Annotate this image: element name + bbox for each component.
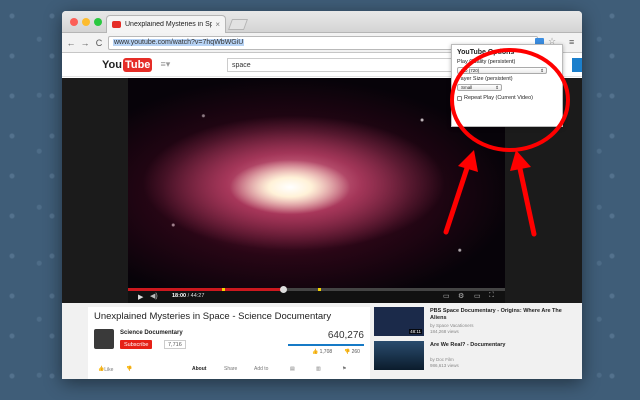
- related-views: 986,613 views: [430, 363, 459, 368]
- window-minimize-button[interactable]: [82, 18, 90, 26]
- back-arrow-icon[interactable]: ←: [66, 38, 76, 48]
- progress-knob[interactable]: [279, 286, 287, 293]
- related-thumbnail[interactable]: 48:11: [374, 307, 424, 336]
- repeat-label: Repeat Play (Current Video): [464, 95, 533, 101]
- title-bar: Unexplained Mysteries in Space ×: [62, 11, 582, 33]
- channel-avatar[interactable]: [94, 329, 114, 349]
- total-time: / 44:27: [187, 293, 205, 299]
- window-close-button[interactable]: [70, 18, 78, 26]
- video-frame[interactable]: [128, 78, 505, 288]
- related-channel: by Space Vacationers: [430, 323, 474, 328]
- ad-marker: [222, 288, 225, 291]
- tab-add-to[interactable]: Add to: [254, 366, 268, 372]
- tab-about[interactable]: About: [192, 366, 206, 372]
- browser-menu-icon[interactable]: ≡: [569, 37, 574, 47]
- dislike-icon[interactable]: 👎: [126, 366, 132, 372]
- url-text: www.youtube.com/watch?v=7hqWbWGiU: [113, 39, 245, 46]
- subscribe-label: Subscribe: [124, 341, 149, 348]
- play-icon[interactable]: ▶: [138, 293, 143, 301]
- logo-tube: Tube: [122, 57, 153, 72]
- like-ratio-bar: [288, 344, 364, 346]
- player-controls: ▶ ◀) 18:00 / 44:27 ▭ ⚙ ▭ ⛶: [128, 286, 505, 303]
- related-duration: 48:11: [409, 329, 422, 334]
- settings-gear-icon[interactable]: ⚙: [458, 292, 464, 300]
- select-arrow-icon: ⇕: [495, 85, 499, 90]
- fullscreen-icon[interactable]: ⛶: [489, 292, 494, 300]
- like-count-value: 1,708: [319, 349, 333, 355]
- search-button[interactable]: [572, 58, 582, 72]
- related-title[interactable]: Are We Real? - Documentary: [430, 342, 570, 349]
- select-arrow-icon: ⇕: [540, 68, 544, 73]
- volume-icon[interactable]: ◀): [150, 292, 158, 300]
- ad-marker: [318, 288, 321, 291]
- quality-value: HD (720): [461, 68, 480, 73]
- url-path: /watch?v=7hqWbWGiU: [170, 39, 244, 46]
- related-video-item[interactable]: 48:11 PBS Space Documentary - Origins: W…: [374, 307, 574, 341]
- guide-menu-icon[interactable]: ≡▾: [160, 59, 170, 70]
- video-info-card: Unexplained Mysteries in Space - Science…: [88, 307, 370, 379]
- progress-bar[interactable]: [128, 286, 505, 293]
- new-tab-button[interactable]: [227, 19, 249, 30]
- reload-icon[interactable]: C: [94, 38, 104, 48]
- subscriber-count: 7,716: [164, 340, 186, 349]
- like-button[interactable]: 👍 Like: [98, 366, 113, 373]
- related-thumbnail[interactable]: [374, 341, 424, 370]
- url-host: www.youtube.com: [114, 39, 171, 46]
- youtube-favicon-icon: [112, 21, 121, 28]
- progress-fill: [128, 288, 283, 291]
- tab-close-icon[interactable]: ×: [215, 20, 220, 29]
- related-views: 184,268 views: [430, 329, 459, 334]
- subscribe-button[interactable]: Subscribe: [120, 340, 153, 349]
- tab-share[interactable]: Share: [224, 366, 237, 372]
- related-channel: by Doc Film: [430, 357, 454, 362]
- player-size-select[interactable]: Small ⇕: [457, 84, 502, 91]
- logo-you: You: [102, 58, 122, 71]
- quality-label: Play Quality (persistent): [457, 59, 516, 65]
- size-value: Small: [461, 85, 473, 90]
- size-label: Payer Size (persistent): [457, 76, 513, 82]
- dislike-count-value: 260: [351, 349, 360, 355]
- watch-page-below: Unexplained Mysteries in Space - Science…: [62, 303, 582, 379]
- action-row: 👍 Like 👎 About Share Add to ▤ ▥ ⚑: [94, 365, 364, 375]
- related-videos: 48:11 PBS Space Documentary - Origins: W…: [374, 307, 574, 375]
- quality-select[interactable]: HD (720) ⇕: [457, 67, 547, 74]
- youtube-logo[interactable]: You Tube: [102, 57, 153, 72]
- theater-mode-icon[interactable]: ▭: [474, 292, 481, 300]
- view-count: 640,276: [327, 330, 364, 341]
- tab-title: Unexplained Mysteries in Space: [125, 21, 213, 28]
- browser-tab[interactable]: Unexplained Mysteries in Space ×: [106, 15, 226, 33]
- galaxy-video-image: [128, 78, 505, 288]
- popup-title: YouTube Options: [457, 49, 515, 56]
- stats-icon[interactable]: ▥: [316, 366, 321, 372]
- related-video-item[interactable]: Are We Real? - Documentary by Doc Film 9…: [374, 341, 574, 375]
- like-count[interactable]: 👍 1,708: [312, 349, 332, 355]
- video-title: Unexplained Mysteries in Space - Science…: [94, 311, 332, 322]
- transcript-icon[interactable]: ▤: [290, 366, 295, 372]
- time-display: 18:00 / 44:27: [172, 293, 204, 299]
- repeat-checkbox[interactable]: [457, 95, 462, 101]
- like-label: Like: [104, 367, 114, 373]
- current-time: 18:00: [172, 293, 187, 299]
- youtube-options-popup: YouTube Options Play Quality (persistent…: [451, 44, 563, 127]
- flag-icon[interactable]: ⚑: [342, 366, 346, 372]
- dislike-count[interactable]: 👎 260: [344, 349, 360, 355]
- window-maximize-button[interactable]: [94, 18, 102, 26]
- captions-icon[interactable]: ▭: [443, 292, 450, 300]
- channel-name[interactable]: Science Documentary: [120, 330, 183, 336]
- search-input[interactable]: space: [227, 58, 457, 72]
- related-title[interactable]: PBS Space Documentary - Origins: Where A…: [430, 308, 570, 322]
- repeat-option[interactable]: Repeat Play (Current Video): [457, 95, 557, 101]
- forward-arrow-icon[interactable]: →: [80, 38, 90, 48]
